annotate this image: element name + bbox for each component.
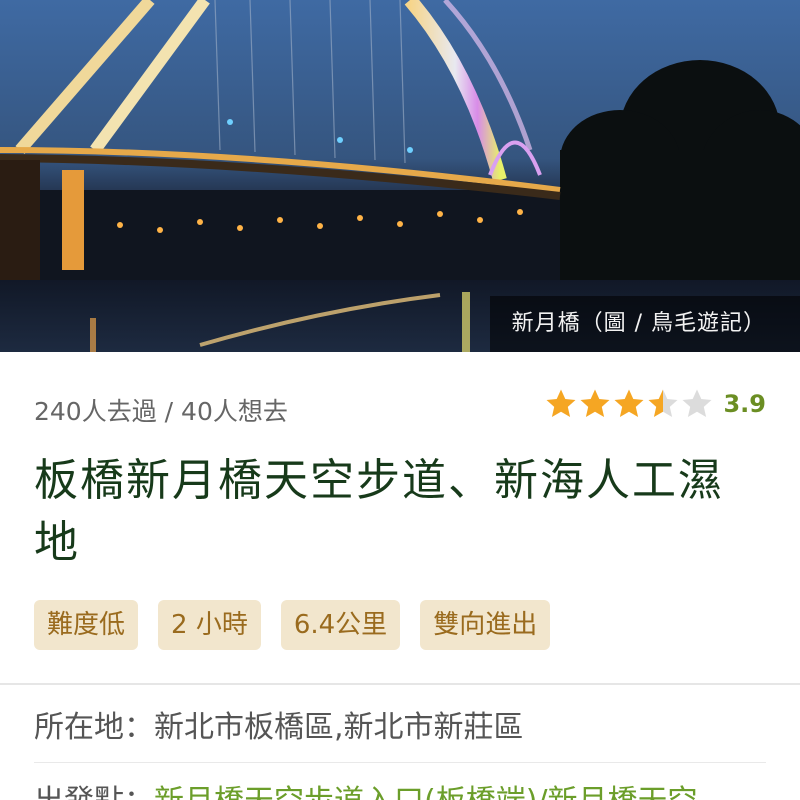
- start-point-row: 出發點：新月橋天空步道入口(板橋端)/新月橋天空: [34, 776, 698, 800]
- section-divider: [0, 683, 800, 685]
- trail-title: 板橋新月橋天空步道、新海人工濕地: [34, 455, 724, 568]
- star-rating: [545, 388, 713, 420]
- star-icon: [682, 389, 712, 417]
- star-icon: [546, 389, 576, 417]
- location-row: 所在地：新北市板橋區,新北市新莊區: [34, 710, 524, 745]
- visit-stats: 240人去過 / 40人想去: [34, 397, 288, 426]
- star-icon: [648, 389, 678, 417]
- rating-value: 3.9: [723, 390, 766, 418]
- photo-caption: 新月橋（圖 / 鳥毛遊記）: [489, 296, 800, 352]
- start-point-link[interactable]: 新月橋天空步道入口(板橋端)/新月橋天空: [154, 784, 698, 800]
- tag-access: 雙向進出: [420, 600, 551, 650]
- hero-photo[interactable]: 新月橋（圖 / 鳥毛遊記）: [0, 0, 800, 352]
- tag-list: 難度低 2 小時 6.4公里 雙向進出: [34, 600, 551, 650]
- tag-distance: 6.4公里: [280, 600, 401, 650]
- row-divider: [34, 762, 766, 763]
- rating: 3.9: [545, 388, 766, 420]
- star-icon: [580, 389, 610, 417]
- tag-difficulty: 難度低: [34, 600, 139, 650]
- star-icon: [614, 389, 644, 417]
- tag-duration: 2 小時: [158, 600, 261, 650]
- start-point-label: 出發點：: [34, 784, 154, 800]
- trail-detail-page: 新月橋（圖 / 鳥毛遊記） 240人去過 / 40人想去 3.9 板橋新月橋天空…: [0, 0, 800, 800]
